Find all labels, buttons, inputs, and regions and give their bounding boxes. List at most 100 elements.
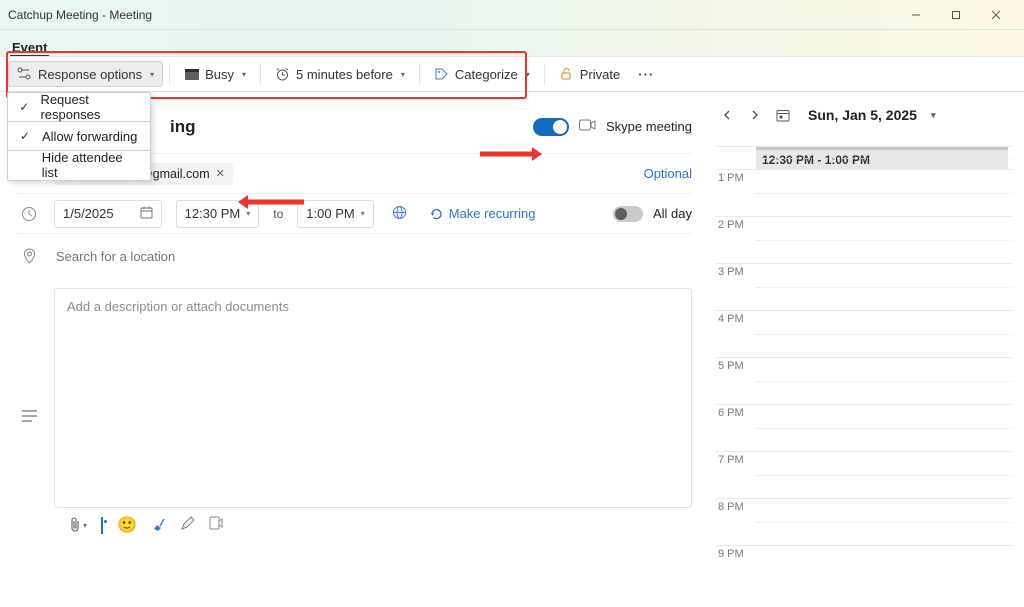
schedule-header: Sun, Jan 5, 2025 ▾: [712, 100, 1012, 130]
paperclip-icon: [68, 517, 82, 533]
check-icon: ✓: [18, 100, 30, 114]
start-time-value: 12:30 PM: [185, 206, 241, 221]
hour-label: 5 PM: [716, 360, 752, 372]
next-day-button[interactable]: [746, 106, 764, 124]
categorize-label: Categorize: [455, 67, 518, 82]
description-textarea[interactable]: Add a description or attach documents: [54, 288, 692, 508]
window-title: Catchup Meeting - Meeting: [8, 8, 152, 22]
close-button[interactable]: [976, 0, 1016, 30]
chevron-down-icon: ▾: [526, 70, 530, 79]
make-recurring-label: Make recurring: [449, 206, 536, 221]
camera-icon: [579, 119, 596, 134]
minimize-button[interactable]: [896, 0, 936, 30]
hour-label: 3 PM: [716, 266, 752, 278]
today-button[interactable]: [774, 106, 792, 124]
to-label: to: [273, 207, 283, 221]
response-options-menu: ✓ Request responses ✓ Allow forwarding H…: [7, 92, 151, 181]
description-toolbar: ▾ 🙂: [54, 508, 692, 542]
format-painter-button[interactable]: [151, 516, 166, 534]
tab-strip: Event: [0, 30, 1024, 56]
start-time-picker[interactable]: 12:30 PM ▾: [176, 200, 260, 228]
location-icon: [18, 248, 40, 265]
chevron-left-icon: [723, 110, 731, 120]
chevron-down-icon: ▾: [242, 70, 246, 79]
skype-label: Skype meeting: [606, 119, 692, 134]
lock-icon: [559, 67, 574, 82]
end-time-picker[interactable]: 1:00 PM ▾: [297, 200, 373, 228]
insert-image-button[interactable]: [101, 518, 103, 533]
location-row: [18, 234, 692, 278]
clock-icon: [18, 206, 40, 222]
skype-toggle[interactable]: [533, 118, 569, 136]
tag-icon: [434, 67, 449, 82]
timezone-button[interactable]: [392, 205, 407, 223]
alarm-icon: [275, 67, 290, 82]
schedule-panel: Sun, Jan 5, 2025 ▾ 12:30 PM - 1:00 PM 1 …: [712, 92, 1024, 607]
optional-attendees-link[interactable]: Optional: [644, 166, 692, 181]
menu-item-label: Hide attendee list: [42, 150, 140, 180]
title-bar: Catchup Meeting - Meeting: [0, 0, 1024, 30]
date-picker[interactable]: 1/5/2025: [54, 200, 162, 228]
chevron-right-icon: [751, 110, 759, 120]
reminder-button[interactable]: 5 minutes before ▾: [267, 61, 413, 87]
end-time-value: 1:00 PM: [306, 206, 354, 221]
private-button[interactable]: Private: [551, 61, 628, 87]
description-icon: [18, 278, 40, 542]
categorize-button[interactable]: Categorize ▾: [426, 61, 538, 87]
recurring-icon: [429, 207, 443, 221]
prev-day-button[interactable]: [718, 106, 736, 124]
datetime-row: 1/5/2025 12:30 PM ▾ to 1:00 PM ▾: [18, 194, 692, 234]
menu-item-allow-forwarding[interactable]: ✓ Allow forwarding: [7, 121, 151, 151]
brush-icon: [151, 516, 166, 531]
schedule-date: Sun, Jan 5, 2025: [808, 107, 917, 123]
chevron-down-icon: ▾: [150, 70, 154, 79]
emoji-button[interactable]: 🙂: [117, 515, 137, 535]
ribbon-divider: [169, 64, 170, 84]
hour-label: 7 PM: [716, 454, 752, 466]
menu-item-hide-attendees[interactable]: Hide attendee list: [8, 150, 150, 180]
ribbon-toolbar: Response options ▾ Busy ▾ 5 minutes befo…: [0, 56, 1024, 92]
remove-attendee-icon[interactable]: ✕: [216, 167, 225, 180]
hour-label: 2 PM: [716, 219, 752, 231]
allday-label: All day: [653, 206, 692, 221]
busy-button[interactable]: Busy ▾: [176, 61, 254, 87]
hour-label: 9 PM: [716, 548, 752, 560]
close-icon: [991, 10, 1001, 20]
date-value: 1/5/2025: [63, 206, 114, 221]
make-recurring-link[interactable]: Make recurring: [429, 206, 536, 221]
hour-label: 4 PM: [716, 313, 752, 325]
hour-label: 8 PM: [716, 501, 752, 513]
response-options-label: Response options: [38, 67, 142, 82]
hour-label: 1 PM: [716, 172, 752, 184]
hour-label: 6 PM: [716, 407, 752, 419]
chevron-down-icon: ▾: [401, 70, 405, 79]
signature-button[interactable]: [180, 516, 195, 534]
location-input[interactable]: [54, 248, 692, 265]
response-options-button[interactable]: Response options ▾: [8, 61, 163, 87]
more-options-button[interactable]: ···: [630, 67, 662, 82]
chevron-down-icon: ▾: [83, 521, 87, 530]
menu-item-label: Allow forwarding: [42, 129, 137, 144]
menu-item-label: Request responses: [40, 92, 140, 122]
pen-icon: [180, 516, 195, 531]
calendar-icon: [140, 206, 153, 222]
menu-item-request-responses[interactable]: ✓ Request responses: [7, 92, 151, 122]
attach-button[interactable]: ▾: [68, 517, 87, 533]
private-label: Private: [580, 67, 620, 82]
check-icon: ✓: [18, 129, 32, 143]
busy-label: Busy: [205, 67, 234, 82]
chevron-down-icon: ▾: [246, 209, 250, 218]
calendar-today-icon: [776, 108, 790, 122]
ribbon-divider: [260, 64, 261, 84]
allday-toggle[interactable]: [613, 206, 643, 222]
apps-button[interactable]: [209, 516, 223, 534]
tab-event[interactable]: Event: [10, 33, 49, 57]
apps-icon: [209, 516, 223, 531]
response-options-icon: [17, 67, 32, 82]
ribbon-divider: [419, 64, 420, 84]
chevron-down-icon: ▾: [931, 110, 936, 121]
ribbon-divider: [544, 64, 545, 84]
reminder-label: 5 minutes before: [296, 67, 393, 82]
day-timeline[interactable]: 12:30 PM - 1:00 PM 1 PM 2 PM 3 PM 4 PM 5…: [716, 146, 1012, 576]
maximize-button[interactable]: [936, 0, 976, 30]
